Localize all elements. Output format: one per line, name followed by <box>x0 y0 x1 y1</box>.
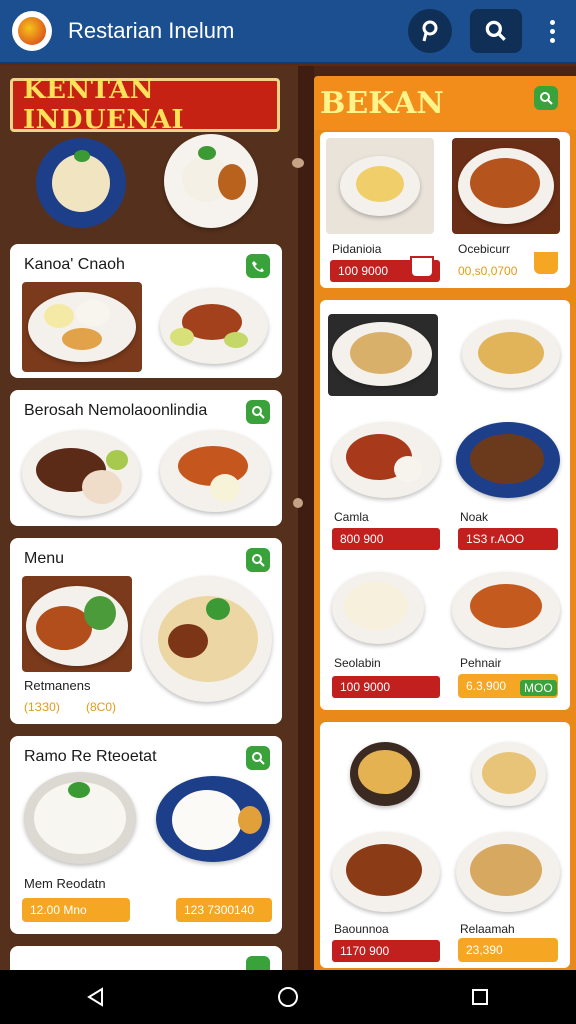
action-button[interactable] <box>246 254 270 278</box>
dish-plate[interactable] <box>160 288 268 364</box>
price-label: (1ЗЗ0) <box>24 700 60 714</box>
rice-plate[interactable] <box>156 776 270 862</box>
search-icon <box>252 752 265 765</box>
dish-photo[interactable] <box>328 314 438 396</box>
card-title: Berosah Nemolaoonlindia <box>24 402 208 419</box>
dish-name: Noak <box>460 510 489 524</box>
right-column[interactable]: BEKAN Pidanioia Ocebicurr 100 9000 00,ѕ0… <box>314 76 576 970</box>
menu-card-5[interactable] <box>10 946 282 970</box>
search-button[interactable] <box>246 956 270 970</box>
column-divider[interactable] <box>298 66 314 970</box>
recents-icon[interactable] <box>450 977 510 1017</box>
dish-plate[interactable] <box>456 832 560 912</box>
price-label: 00,ѕ0,0700 <box>458 264 518 278</box>
dish-caption: Mem Reodatn <box>24 876 106 891</box>
dish-plate[interactable] <box>462 320 560 388</box>
dish-name: Seolabin <box>334 656 381 670</box>
left-column[interactable]: KENTAN INDUENAI Kanoa' Cnaoh Berosah Nem… <box>0 66 298 970</box>
app-logo-icon[interactable] <box>12 11 52 51</box>
rice-bowl[interactable] <box>24 772 136 864</box>
right-banner-title: BEKAN <box>320 86 444 121</box>
dish-bowl[interactable] <box>472 742 546 806</box>
dish-name: Baounnoa <box>334 922 389 936</box>
price-tag[interactable]: 23,390 <box>458 938 558 962</box>
left-banner: KENTAN INDUENAI <box>10 75 280 135</box>
dish-photo[interactable] <box>326 138 434 234</box>
price-tag[interactable]: 12.00 Mno <box>22 898 130 922</box>
phone-icon <box>252 261 264 272</box>
home-icon[interactable] <box>258 977 318 1017</box>
search-button[interactable] <box>246 548 270 572</box>
scroll-handle[interactable] <box>292 158 304 168</box>
menu-card-1[interactable]: Kanoa' Cnaoh <box>10 244 282 378</box>
search-icon <box>252 406 265 419</box>
price-tag[interactable]: 1S3 r.AOO <box>458 528 558 550</box>
search-icon <box>252 554 265 567</box>
app-title: Restarian Inelum <box>68 18 235 43</box>
search-icon <box>540 92 553 105</box>
dish-photo[interactable] <box>452 138 560 234</box>
pin-button[interactable] <box>408 9 452 53</box>
dish-bowl[interactable] <box>350 742 420 806</box>
dish-photo[interactable] <box>22 576 132 672</box>
drink-icon <box>410 256 434 278</box>
price-tag[interactable]: 100 9000 <box>332 676 440 698</box>
app-bar: Restarian Inelum <box>0 0 576 64</box>
featured-card-3[interactable]: Baounnoa Relaamah 1170 900 23,390 <box>320 722 570 968</box>
hero-plate-left[interactable] <box>36 138 126 228</box>
search-button[interactable] <box>534 86 558 110</box>
dish-plate[interactable] <box>456 422 560 498</box>
card-title: Ramo Re Rteoetat <box>24 748 157 765</box>
price-label: (8C0) <box>86 700 117 714</box>
main-content: KENTAN INDUENAI Kanoa' Cnaoh Berosah Nem… <box>0 66 576 970</box>
dish-name: Camla <box>334 510 369 524</box>
card-title: Menu <box>24 550 65 567</box>
dish-name: Ocebicurr <box>458 242 511 256</box>
featured-card-1[interactable]: Pidanioia Ocebicurr 100 9000 00,ѕ0,0700 <box>320 132 570 288</box>
back-icon[interactable] <box>66 977 126 1017</box>
search-button[interactable] <box>246 400 270 424</box>
dish-plate[interactable] <box>22 430 140 516</box>
dish-name: Relaamah <box>460 922 515 936</box>
left-banner-title: KENTAN INDUENAI <box>23 75 185 135</box>
dish-plate[interactable] <box>452 572 560 648</box>
search-button[interactable] <box>246 746 270 770</box>
system-nav-bar <box>0 970 576 1024</box>
dish-photo[interactable] <box>22 282 142 372</box>
menu-card-2[interactable]: Berosah Nemolaoonlindia <box>10 390 282 526</box>
menu-card-4[interactable]: Ramo Re Rteoetat Mem Reodatn 12.00 Mno 1… <box>10 736 282 934</box>
dish-plate[interactable] <box>160 430 270 512</box>
dish-name: Pehnair <box>460 656 502 670</box>
pin-icon <box>422 20 438 42</box>
dish-plate[interactable] <box>142 576 272 702</box>
hero-plate-right[interactable] <box>164 134 258 228</box>
card-title: Kanoa' Cnaoh <box>24 256 125 273</box>
badge: MOO <box>520 680 557 696</box>
more-vert-icon[interactable] <box>540 9 564 53</box>
price-tag[interactable]: 1170 900 <box>332 940 440 962</box>
price-tag[interactable]: 800 900 <box>332 528 440 550</box>
dish-plate[interactable] <box>332 572 424 644</box>
search-button[interactable] <box>470 9 522 53</box>
drink-icon <box>534 252 558 274</box>
right-banner: BEKAN <box>314 76 576 130</box>
search-icon <box>485 20 506 41</box>
menu-card-3[interactable]: Menu Retmanens (1ЗЗ0) (8C0) <box>10 538 282 724</box>
scroll-handle[interactable] <box>293 498 303 508</box>
dish-plate[interactable] <box>332 422 440 498</box>
dish-plate[interactable] <box>332 832 440 912</box>
featured-card-2[interactable]: Camla Noak 800 900 1S3 r.AOO Seolabin Pe… <box>320 300 570 710</box>
dish-caption: Retmanens <box>24 678 91 693</box>
price-tag[interactable]: 123 7300140 <box>176 898 272 922</box>
dish-name: Pidanioia <box>332 242 382 256</box>
